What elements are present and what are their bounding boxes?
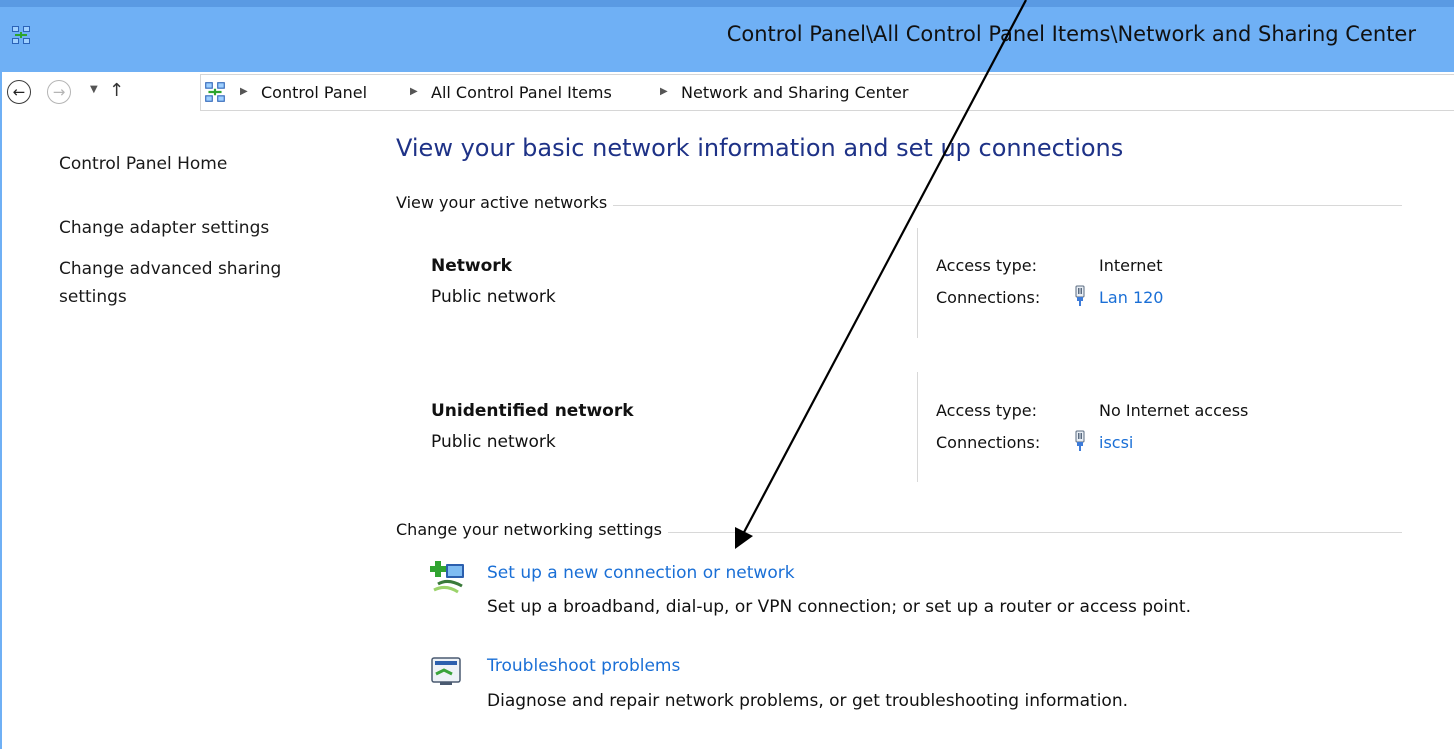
setup-connection-description: Set up a broadband, dial-up, or VPN conn… [487, 597, 1191, 617]
breadcrumb-separator-icon[interactable]: ▶ [410, 86, 418, 97]
access-type-label: Access type: [936, 401, 1037, 420]
window-title: Control Panel\All Control Panel Items\Ne… [726, 22, 1416, 46]
access-type-value: No Internet access [1099, 401, 1249, 420]
network-control-panel-icon [205, 82, 225, 102]
network-name: Network [431, 256, 512, 276]
connections-label: Connections: [936, 433, 1041, 452]
networking-settings-label: Change your networking settings [396, 520, 669, 539]
ethernet-plug-icon [1075, 285, 1085, 306]
breadcrumb-control-panel[interactable]: Control Panel [261, 83, 367, 102]
active-networks-label: View your active networks [396, 193, 614, 212]
access-type-label: Access type: [936, 256, 1037, 275]
new-connection-icon[interactable] [428, 558, 468, 598]
ethernet-plug-icon [1075, 430, 1085, 451]
network-name: Unidentified network [431, 401, 634, 421]
breadcrumb-all-items[interactable]: All Control Panel Items [431, 83, 612, 102]
chevron-down-icon[interactable]: ▼ [90, 84, 98, 95]
back-arrow-icon[interactable]: ← [7, 80, 31, 104]
connection-link-lan-120[interactable]: Lan 120 [1099, 288, 1163, 307]
breadcrumb-network-sharing[interactable]: Network and Sharing Center [681, 83, 908, 102]
network-control-panel-icon[interactable] [10, 24, 32, 46]
troubleshoot-link[interactable]: Troubleshoot problems [487, 656, 680, 676]
breadcrumb-separator-icon[interactable]: ▶ [240, 86, 248, 97]
sidebar-item-change-adapter-settings[interactable]: Change adapter settings [59, 218, 269, 238]
sidebar-item-control-panel-home[interactable]: Control Panel Home [59, 154, 227, 174]
network-category[interactable]: Public network [431, 287, 556, 307]
title-bar-top-strip [0, 0, 1454, 7]
forward-arrow-icon[interactable]: → [47, 80, 71, 104]
window-left-border [0, 72, 2, 749]
connection-link-iscsi[interactable]: iscsi [1099, 433, 1133, 452]
network-category[interactable]: Public network [431, 432, 556, 452]
page-title: View your basic network information and … [396, 134, 1124, 162]
troubleshoot-icon[interactable] [428, 652, 468, 692]
sidebar-item-change-advanced-sharing[interactable]: Change advanced sharing settings [59, 255, 329, 311]
connections-label: Connections: [936, 288, 1041, 307]
network-column-divider [917, 228, 918, 338]
access-type-value: Internet [1099, 256, 1163, 275]
up-arrow-icon[interactable]: ↑ [109, 80, 124, 101]
troubleshoot-description: Diagnose and repair network problems, or… [487, 691, 1129, 711]
breadcrumb-separator-icon[interactable]: ▶ [660, 86, 668, 97]
network-column-divider [917, 372, 918, 482]
setup-connection-link[interactable]: Set up a new connection or network [487, 563, 795, 583]
